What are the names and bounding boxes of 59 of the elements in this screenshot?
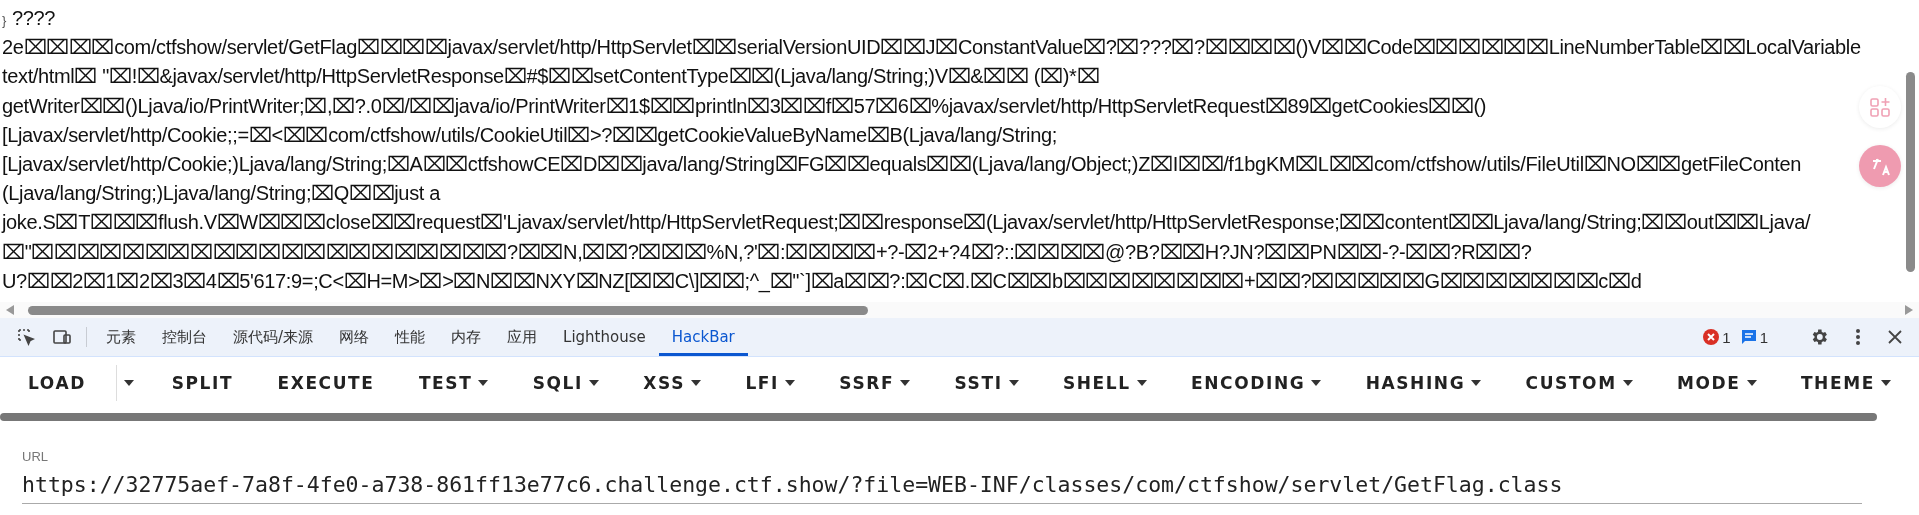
caret-icon — [1622, 380, 1633, 386]
hackbar-button[interactable]: SPLIT — [157, 365, 248, 401]
hackbar-menu-button[interactable]: CUSTOM — [1511, 365, 1647, 401]
hackbar-button[interactable]: EXECUTE — [263, 365, 389, 401]
caret-icon — [784, 380, 795, 386]
hackbar-menu-button[interactable]: ENCODING — [1177, 365, 1336, 401]
scroll-right-icon[interactable] — [1905, 305, 1913, 315]
caret-icon — [589, 380, 599, 386]
devtools-tab[interactable]: 内存 — [438, 318, 495, 356]
url-field[interactable]: https://32775aef-7a8f-4fe0-a738-861ff13e77c6.challenge.ctf.show/?file=WEB-INF/classes/com/ctfshow/servlet/GetFlag.class — [22, 472, 1862, 504]
devtools-tab[interactable]: 控制台 — [149, 318, 220, 356]
scroll-left-icon[interactable] — [6, 305, 14, 315]
hackbar-menu-button[interactable]: SHELL — [1048, 365, 1161, 401]
file-content-line: ???? — [12, 6, 56, 31]
caret-icon — [1471, 380, 1482, 386]
hackbar-menu-button[interactable]: THEME — [1786, 365, 1905, 401]
devtools-tab[interactable]: 元素 — [93, 318, 149, 356]
caret-icon — [1746, 380, 1757, 386]
file-content-line: ⌧"⌧⌧⌧⌧⌧⌧⌧⌧⌧⌧⌧⌧⌧⌧⌧⌧⌧⌧⌧⌧⌧?⌧⌧N,⌧⌧?⌧⌧⌧%N,?'⌧:⌧⌧⌧⌧+?-⌧2+?4⌧?::⌧⌧⌧⌧@?B?⌧⌧H?JN?⌧⌧PN⌧⌧-?-⌧⌧?R⌧⌧? — [2, 239, 1532, 265]
brace-mark: } — [2, 12, 6, 30]
hackbar-menu-button[interactable]: HASHING — [1351, 365, 1496, 401]
hackbar-menu-button[interactable]: XSS — [629, 365, 715, 401]
file-content-line: getWriter⌧⌧()Ljava/io/PrintWriter;⌧,⌧?.0⌧/⌧⌧java/io/PrintWriter⌧1$⌧⌧println⌧3⌧⌧f⌧57⌧6⌧%javax/servlet/http/HttpServletRequest⌧89⌧getCookies⌧⌧() — [2, 93, 1487, 119]
scrollbar-thumb[interactable] — [1906, 72, 1915, 272]
devtools-tab[interactable]: 性能 — [382, 318, 439, 356]
caret-icon — [478, 380, 489, 386]
hackbar-menu-button[interactable]: SSTI — [940, 365, 1033, 401]
scrollbar-thumb[interactable] — [0, 413, 1877, 421]
file-content-line: U?⌧⌧2⌧1⌧2⌧3⌧4⌧5'617:9=;C<⌧H=M>⌧>⌧N⌧⌧NXY⌧NZ[⌧⌧C\]⌧⌧;^_⌧''`]⌧a⌧⌧?:⌧C⌧.⌧C⌧⌧b⌧⌧⌧⌧⌧⌧⌧⌧+⌧⌧?⌧⌧⌧⌧⌧G⌧⌧⌧⌧⌧⌧⌧c⌧d — [2, 268, 1642, 295]
caret-icon — [1136, 380, 1147, 386]
devtools-tab[interactable]: HackBar — [658, 318, 748, 356]
caret-icon — [900, 380, 911, 386]
hackbar-menu-button[interactable]: TEST — [404, 365, 503, 401]
apps-button[interactable] — [1859, 86, 1901, 128]
caret-icon — [124, 380, 135, 386]
grid-sparkle-icon — [1869, 96, 1891, 118]
caret-icon — [1008, 380, 1019, 386]
message-counter[interactable]: 1 — [1740, 328, 1768, 346]
file-content-line: [Ljavax/servlet/http/Cookie;;=⌧<⌧⌧com/ctfshow/utils/CookieUtil⌧>?⌧⌧getCookieValueByName⌧B(Ljava/lang/String; — [2, 122, 1057, 148]
caret-icon — [691, 380, 701, 386]
hackbar-menu-button[interactable]: SQLI — [518, 365, 613, 401]
devtools-tab[interactable]: 应用 — [494, 318, 551, 356]
file-content-line: text/html⌧ "⌧!⌧&javax/servlet/http/HttpServletResponse⌧#$⌧⌧setContentType⌧⌧(Ljava/lang/String;)V⌧&⌧⌧ (⌧)*⌧ — [2, 64, 1100, 90]
scrollbar-thumb[interactable] — [28, 305, 868, 315]
caret-icon — [1880, 380, 1891, 386]
hackbar-menu-button[interactable]: MODE — [1663, 365, 1771, 401]
caret-icon — [1311, 380, 1322, 386]
file-content-line: (Ljava/lang/String;)Ljava/lang/String;⌧Q⌧⌧just a — [2, 181, 440, 207]
translate-button[interactable] — [1859, 145, 1901, 187]
hackbar-button[interactable]: LOAD — [14, 365, 100, 401]
hackbar-menu-button[interactable]: SSRF — [825, 365, 925, 401]
url-label: URL — [22, 449, 49, 464]
file-content-line: joke.S⌧T⌧⌧⌧flush.V⌧W⌧⌧⌧close⌧⌧request⌧'Ljavax/servlet/http/HttpServletRequest;⌧⌧response⌧(Ljavax/servlet/http/HttpServletResponse;⌧⌧content⌧⌧Ljava/lang/String;⌧⌧out⌧⌧Ljava/ — [2, 210, 1811, 236]
devtools-tab[interactable]: Lighthouse — [550, 318, 659, 356]
hackbar-menu-button[interactable]: LFI — [731, 365, 809, 401]
devtools-tab[interactable]: 网络 — [326, 318, 383, 356]
file-content-line: [Ljavax/servlet/http/Cookie;)Ljava/lang/String;⌧A⌧⌧ctfshowCE⌧D⌧⌧java/lang/String⌧FG⌧⌧equals⌧⌧(Ljava/lang/Object;)Z⌧I⌧⌧/f1bgKM⌧L⌧⌧com/ctfshow/utils/FileUtil⌧NO⌧⌧getFileConten — [2, 151, 1801, 177]
devtools-tab[interactable]: 源代码/来源 — [220, 318, 327, 356]
file-content-line: 2e⌧⌧⌧⌧com/ctfshow/servlet/GetFlag⌧⌧⌧⌧javax/servlet/http/HttpServlet⌧⌧serialVersionUID⌧⌧J⌧ConstantValue⌧?⌧???⌧?⌧⌧⌧⌧()V⌧⌧Code⌧⌧⌧⌧⌧⌧LineNumberTable⌧⌧LocalVariable — [2, 35, 1861, 61]
